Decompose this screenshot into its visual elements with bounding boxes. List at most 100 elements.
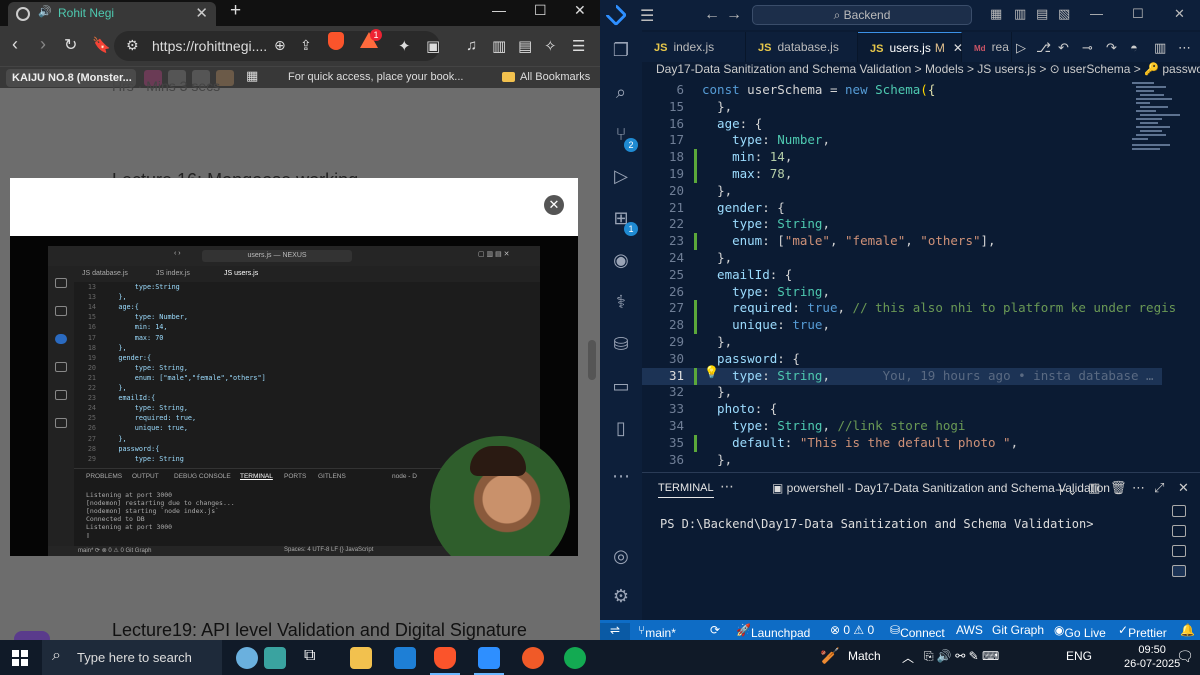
next-change-icon[interactable]: ↷ (1106, 40, 1117, 56)
lecture-19-title[interactable]: Lecture19: API level Validation and Digi… (112, 620, 527, 640)
launchpad-status[interactable]: 🚀 Launchpad (736, 623, 810, 640)
maximize-icon[interactable]: ☐ (534, 2, 547, 19)
bookmark-icon[interactable]: 🔖 (92, 36, 111, 54)
aws-status[interactable]: AWS (956, 623, 983, 637)
close-window-icon[interactable]: ✕ (574, 2, 586, 19)
code-line[interactable]: 29 }, (642, 334, 1162, 351)
customize-layout-icon[interactable]: ▦ (990, 6, 1002, 22)
tray-overflow-icon[interactable]: ︿ (902, 649, 914, 666)
terminal-instance-icon[interactable] (1172, 505, 1186, 517)
code-line[interactable]: 30 password: { (642, 351, 1162, 368)
forward-icon[interactable]: → (726, 6, 742, 24)
code-line[interactable]: 23 enum: ["male", "female", "others"], (642, 233, 1162, 251)
screenshot-icon[interactable]: ▣ (426, 37, 440, 55)
copilot-icon[interactable]: ◓ (1130, 40, 1138, 55)
tab-close-icon[interactable]: ✕ (195, 4, 208, 22)
code-line[interactable]: 25 emailId: { (642, 267, 1162, 284)
explorer-icon[interactable]: ❐ (610, 40, 632, 62)
code-line[interactable]: 18 min: 14, (642, 149, 1162, 167)
code-line[interactable]: 19 max: 78, (642, 166, 1162, 183)
lightbulb-icon[interactable]: 💡 (704, 365, 719, 379)
compare-icon[interactable]: ⎇ (1036, 40, 1051, 56)
site-settings-icon[interactable]: ⚙ (126, 37, 139, 54)
notification-center-icon[interactable]: 🗨 (1176, 648, 1194, 665)
new-tab-button[interactable]: + (230, 0, 241, 22)
wallet-icon[interactable]: ▤ (518, 37, 532, 55)
brave-icon[interactable] (434, 647, 456, 669)
panel-more-icon[interactable]: ⋯ (1132, 480, 1145, 496)
more-icon[interactable]: ⋯ (610, 466, 632, 488)
connect-status[interactable]: ⛁ Connect (890, 623, 945, 640)
leo-ai-icon[interactable]: ✧ (544, 37, 557, 55)
code-line[interactable]: 16 age: { (642, 116, 1162, 133)
command-center-search[interactable]: ⌕ Backend (752, 5, 972, 25)
toggle-panel-icon[interactable]: ▤ (1036, 6, 1048, 22)
tab-readme[interactable]: Md rea (962, 32, 1012, 62)
code-line[interactable]: 21 gender: { (642, 200, 1162, 217)
code-line[interactable]: 20 }, (642, 183, 1162, 200)
all-bookmarks[interactable]: All Bookmarks (520, 71, 590, 83)
language-indicator[interactable]: ENG (1066, 649, 1092, 663)
breadcrumb[interactable]: Day17-Data Sanitization and Schema Valid… (656, 62, 1200, 82)
sidebar-icon[interactable]: ▥ (492, 37, 506, 55)
code-line[interactable]: 17 type: Number, (642, 132, 1162, 149)
zoom-icon[interactable]: ⊕ (274, 37, 286, 54)
toggle-sidebar-icon[interactable]: ▥ (1014, 6, 1026, 22)
video-player[interactable]: ‹ › users.js — NEXUS ▢ ▥ ▤ ✕ JS database… (10, 236, 578, 556)
vscode-icon[interactable] (478, 647, 500, 669)
modal-close-button[interactable]: ✕ (544, 195, 564, 215)
problems-status[interactable]: ⊗ 0 ⚠ 0 (830, 623, 874, 637)
system-clock[interactable]: 09:50 26-07-2025 (1124, 643, 1180, 671)
maximize-icon[interactable]: ☐ (1132, 6, 1144, 22)
media-icon[interactable]: ♫ (466, 37, 477, 54)
run-icon[interactable]: ▷ (1016, 40, 1026, 56)
minimize-icon[interactable]: — (492, 2, 506, 18)
maximize-panel-icon[interactable]: ⤢ (1154, 480, 1164, 496)
code-line[interactable]: 22 type: String, (642, 216, 1162, 233)
go-live-status[interactable]: ◉ Go Live (1054, 623, 1106, 640)
code-line[interactable]: 26 type: String, (642, 284, 1162, 301)
dna-icon[interactable] (264, 647, 286, 669)
kill-terminal-icon[interactable]: 🗑 (1110, 480, 1127, 496)
gitlens-icon[interactable]: ◉ (610, 250, 632, 272)
speaker-icon[interactable]: 🔊 (38, 5, 52, 18)
accounts-icon[interactable]: ◎ (610, 546, 632, 568)
code-line[interactable]: 27 required: true, // this also nhi to p… (642, 300, 1176, 318)
code-line[interactable]: 31 type: String, You, 19 hours ago • ins… (642, 367, 1162, 385)
back-icon[interactable]: ← (704, 6, 720, 24)
code-line[interactable]: 32 }, (642, 384, 1162, 401)
close-panel-icon[interactable]: ✕ (1178, 480, 1189, 496)
address-bar[interactable]: ⚙ https://rohittnegi.... ⊕ ⇪ (114, 31, 440, 61)
code-line[interactable]: 15 }, (642, 99, 1162, 116)
branch-status[interactable]: ⑂ main* (638, 623, 676, 640)
forward-icon[interactable]: › (40, 34, 46, 55)
code-line[interactable]: 33 photo: { (642, 401, 1162, 418)
reload-icon[interactable]: ↻ (64, 35, 77, 55)
menu-icon[interactable]: ☰ (640, 6, 654, 26)
apps-grid-icon[interactable]: ▦ (246, 68, 264, 84)
sync-icon[interactable]: ⟳ (710, 623, 720, 637)
terminal-instance-icon[interactable] (1172, 545, 1186, 557)
task-view-icon[interactable]: ⧉ (304, 647, 326, 669)
browser-tab[interactable]: 🔊 Rohit Negi ✕ (8, 2, 216, 26)
page-scrollbar[interactable] (588, 340, 596, 380)
terminal-instance-icon[interactable] (1172, 565, 1186, 577)
extensions-icon[interactable]: ✦ (398, 37, 411, 55)
taskbar-search[interactable]: ⌕ Type here to search (42, 640, 222, 675)
tab-users-js[interactable]: JS users.js M ✕ (858, 32, 963, 62)
gear-icon[interactable]: ⚙ (610, 586, 632, 608)
toggle-secondary-sidebar-icon[interactable]: ▧ (1058, 6, 1070, 22)
terminal-instance-icon[interactable] (1172, 525, 1186, 537)
new-terminal-icon[interactable]: ＋⌄ (1054, 480, 1078, 499)
search-icon[interactable]: ⌕ (610, 82, 632, 104)
start-button[interactable] (12, 650, 28, 666)
code-line[interactable]: 28 unique: true, (642, 317, 1162, 335)
tab-terminal[interactable]: TERMINAL (658, 482, 714, 498)
code-line[interactable]: 36 }, (642, 452, 1162, 469)
code-line[interactable]: 35 default: "This is the default photo "… (642, 434, 1162, 452)
run-debug-icon[interactable]: ▷ (610, 166, 632, 188)
database-icon[interactable]: ⛁ (610, 334, 632, 356)
code-editor[interactable]: 6 const userSchema = new Schema({15 }, 16 … (642, 82, 1176, 467)
weather-label[interactable]: Match (848, 649, 881, 663)
split-editor-icon[interactable]: ▥ (1154, 40, 1166, 56)
